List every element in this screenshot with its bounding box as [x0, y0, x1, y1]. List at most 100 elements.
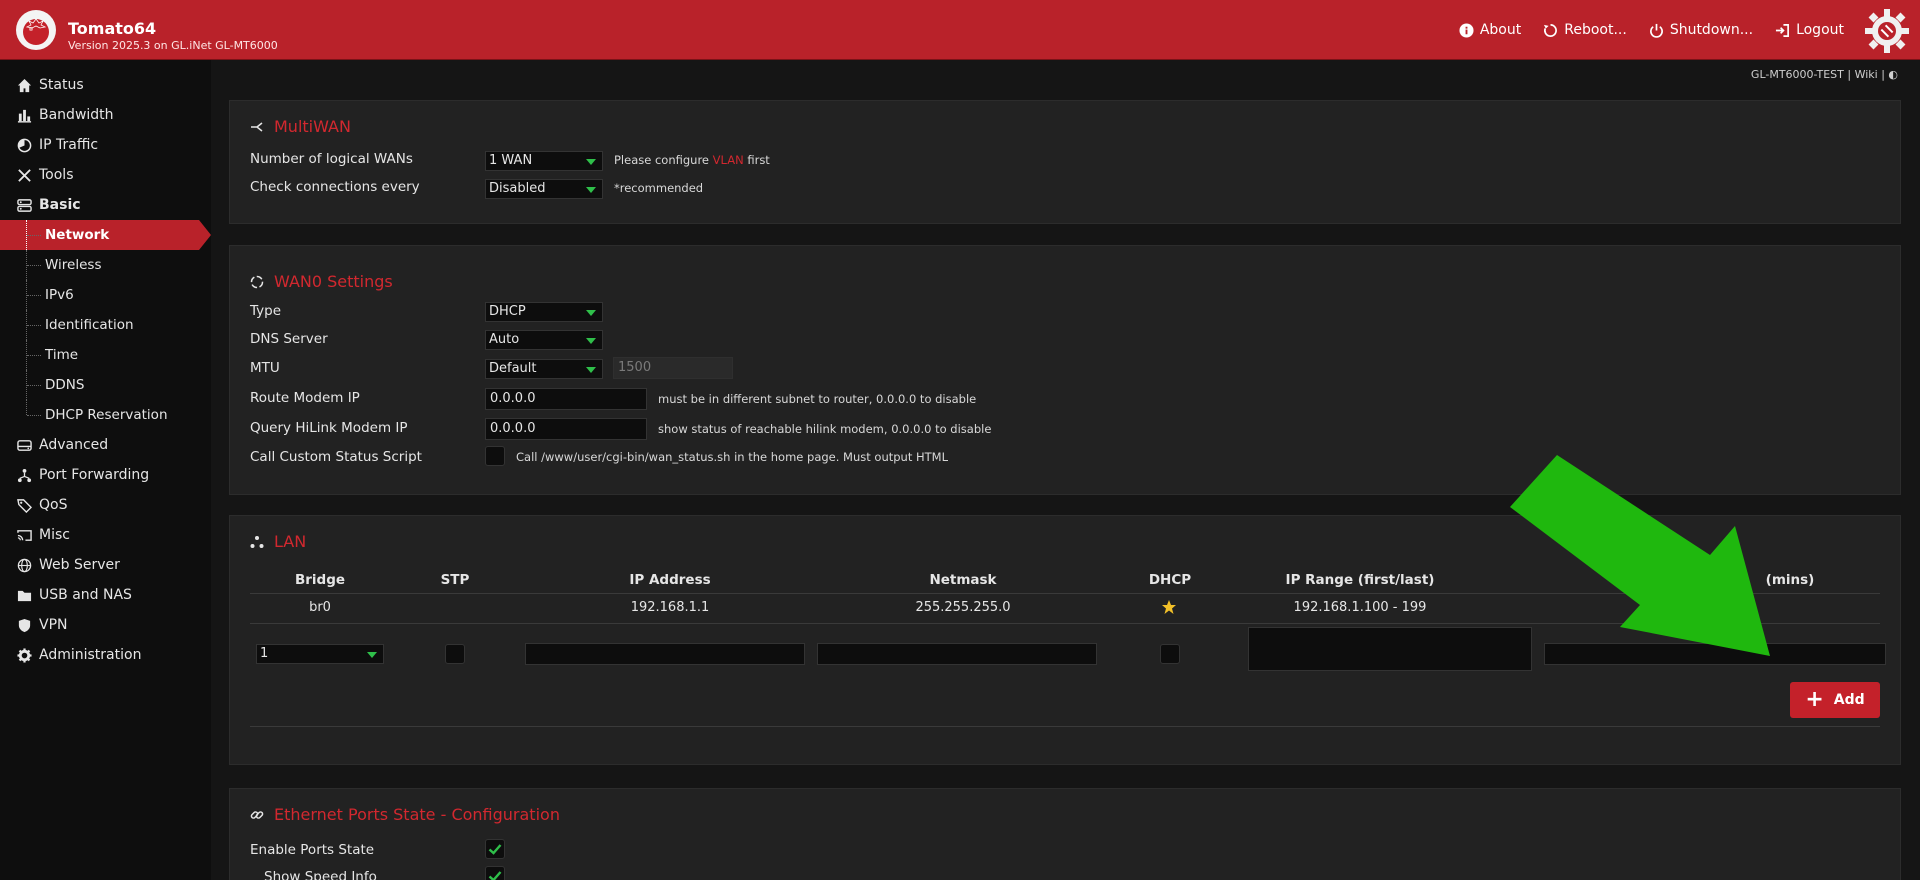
app-title: Tomato64 [68, 19, 157, 38]
add-label: Add [1833, 692, 1865, 708]
enable-ports-label: Enable Ports State [250, 842, 375, 858]
add-button[interactable]: + Add [1790, 682, 1880, 718]
sidebar-item-label: Bandwidth [39, 107, 114, 123]
chevron-down-icon [586, 310, 596, 316]
sidebar-sub-wireless[interactable]: Wireless [0, 250, 211, 280]
logout-icon [1776, 23, 1790, 37]
sidebar-item-vpn[interactable]: VPN [0, 610, 211, 640]
sidebar-sub-label: Identification [45, 317, 134, 333]
enable-ports-checkbox[interactable] [485, 839, 505, 859]
reboot-icon [1544, 23, 1558, 37]
route-modem-label: Route Modem IP [250, 390, 360, 406]
mtu-number-input[interactable]: 1500 [613, 357, 733, 379]
num-wans-note: Please configure VLAN first [614, 153, 770, 167]
sidebar-sub-time[interactable]: Time [0, 340, 211, 370]
num-wans-select[interactable]: 1 WAN [485, 151, 603, 171]
sidebar-sub-identification[interactable]: Identification [0, 310, 211, 340]
wan-type-select[interactable]: DHCP [485, 302, 603, 322]
sidebar-item-usb-nas[interactable]: USB and NAS [0, 580, 211, 610]
logout-link[interactable]: Logout [1775, 22, 1844, 38]
wan0-title-text: WAN0 Settings [274, 272, 393, 291]
sitemap-icon [250, 535, 264, 548]
sidebar-sub-label: DDNS [45, 377, 85, 393]
refresh-icon [250, 275, 264, 288]
wan0-panel: WAN0 Settings Type DHCP DNS Server Auto … [229, 245, 1901, 495]
logout-label: Logout [1796, 22, 1844, 38]
sidebar-item-advanced[interactable]: Advanced [0, 430, 211, 460]
chevron-down-icon [586, 367, 596, 373]
hilink-label: Query HiLink Modem IP [250, 420, 408, 436]
sidebar-item-label: Administration [39, 647, 142, 663]
chevron-down-icon [586, 187, 596, 193]
breadcrumb[interactable]: GL-MT6000-TEST | Wiki | ◐ [1751, 68, 1898, 81]
mtu-select[interactable]: Default [485, 359, 603, 379]
custom-script-note: Call /www/user/cgi-bin/wan_status.sh in … [516, 450, 949, 464]
new-lease-input[interactable] [1544, 643, 1886, 665]
sidebar-sub-label: Wireless [45, 257, 102, 273]
hilink-input[interactable]: 0.0.0.0 [485, 418, 647, 440]
row-ip: 192.168.1.1 [630, 600, 710, 615]
chevron-down-icon [586, 338, 596, 344]
lan-title: LAN [250, 532, 306, 551]
bar-chart-icon [17, 109, 31, 123]
route-modem-input[interactable]: 0.0.0.0 [485, 388, 647, 410]
dns-server-select[interactable]: Auto [485, 330, 603, 350]
cast-icon [16, 529, 32, 541]
folder-icon [17, 590, 31, 601]
sidebar-item-status[interactable]: Status [0, 70, 211, 100]
sidebar-sub-ipv6[interactable]: IPv6 [0, 280, 211, 310]
pie-icon [17, 138, 31, 152]
new-ip-range-input[interactable] [1248, 627, 1532, 671]
ethernet-panel: Ethernet Ports State - Configuration Ena… [229, 788, 1901, 880]
reboot-link[interactable]: Reboot... [1543, 22, 1627, 38]
sidebar-item-basic[interactable]: Basic [0, 190, 211, 220]
check-conn-select[interactable]: Disabled [485, 179, 603, 199]
wan-type-label: Type [250, 303, 282, 319]
sidebar-sub-dhcp-reservation[interactable]: DHCP Reservation [0, 400, 211, 430]
sidebar-item-web-server[interactable]: Web Server [0, 550, 211, 580]
new-ip-input[interactable] [525, 643, 805, 665]
sidebar-item-tools[interactable]: Tools [0, 160, 211, 190]
app-version: Version 2025.3 on GL.iNet GL-MT6000 [68, 39, 278, 52]
sidebar-sub-label: Time [45, 347, 79, 363]
sidebar-sub-label: DHCP Reservation [45, 407, 168, 423]
speed-info-checkbox[interactable] [485, 866, 505, 880]
custom-script-label: Call Custom Status Script [250, 449, 422, 465]
new-stp-checkbox[interactable] [445, 644, 465, 664]
share-icon [251, 121, 263, 132]
sidebar-item-qos[interactable]: QoS [0, 490, 211, 520]
sidebar-item-port-forwarding[interactable]: Port Forwarding [0, 460, 211, 490]
custom-script-checkbox[interactable] [485, 446, 505, 466]
vlan-link[interactable]: VLAN [713, 153, 744, 167]
home-icon [17, 78, 31, 92]
sidebar-sub-network[interactable]: Network [0, 220, 211, 250]
sidebar-item-label: QoS [39, 497, 68, 513]
about-link[interactable]: About [1459, 22, 1521, 38]
tomato-logo-icon[interactable] [16, 10, 56, 50]
hilink-note: show status of reachable hilink modem, 0… [658, 422, 992, 436]
sidebar-item-label: Web Server [39, 557, 120, 573]
main-content: GL-MT6000-TEST | Wiki | ◐ MultiWAN Numbe… [211, 60, 1920, 880]
num-wans-label: Number of logical WANs [250, 151, 413, 167]
sidebar-item-bandwidth[interactable]: Bandwidth [0, 100, 211, 130]
sidebar-item-ip-traffic[interactable]: IP Traffic [0, 130, 211, 160]
network-icon [17, 468, 31, 482]
tag-icon [16, 498, 32, 513]
server-icon [16, 198, 32, 212]
new-netmask-input[interactable] [817, 643, 1097, 665]
multiwan-title-text: MultiWAN [274, 117, 351, 136]
new-dhcp-checkbox[interactable] [1160, 644, 1180, 664]
new-bridge-select[interactable]: 1 [256, 644, 384, 664]
sidebar-item-misc[interactable]: Misc [0, 520, 211, 550]
sidebar-item-administration[interactable]: Administration [0, 640, 211, 670]
about-label: About [1479, 22, 1522, 38]
dns-server-value: Auto [489, 332, 520, 347]
lan-panel: LAN Bridge STP IP Address Netmask DHCP I… [229, 515, 1901, 765]
ethernet-title-text: Ethernet Ports State - Configuration [274, 805, 560, 824]
check-conn-value: Disabled [489, 181, 546, 196]
wan0-title: WAN0 Settings [250, 272, 393, 291]
shutdown-link[interactable]: Shutdown... [1649, 22, 1753, 38]
sidebar-sub-ddns[interactable]: DDNS [0, 370, 211, 400]
shield-icon [18, 618, 30, 632]
globe-icon [17, 558, 31, 572]
